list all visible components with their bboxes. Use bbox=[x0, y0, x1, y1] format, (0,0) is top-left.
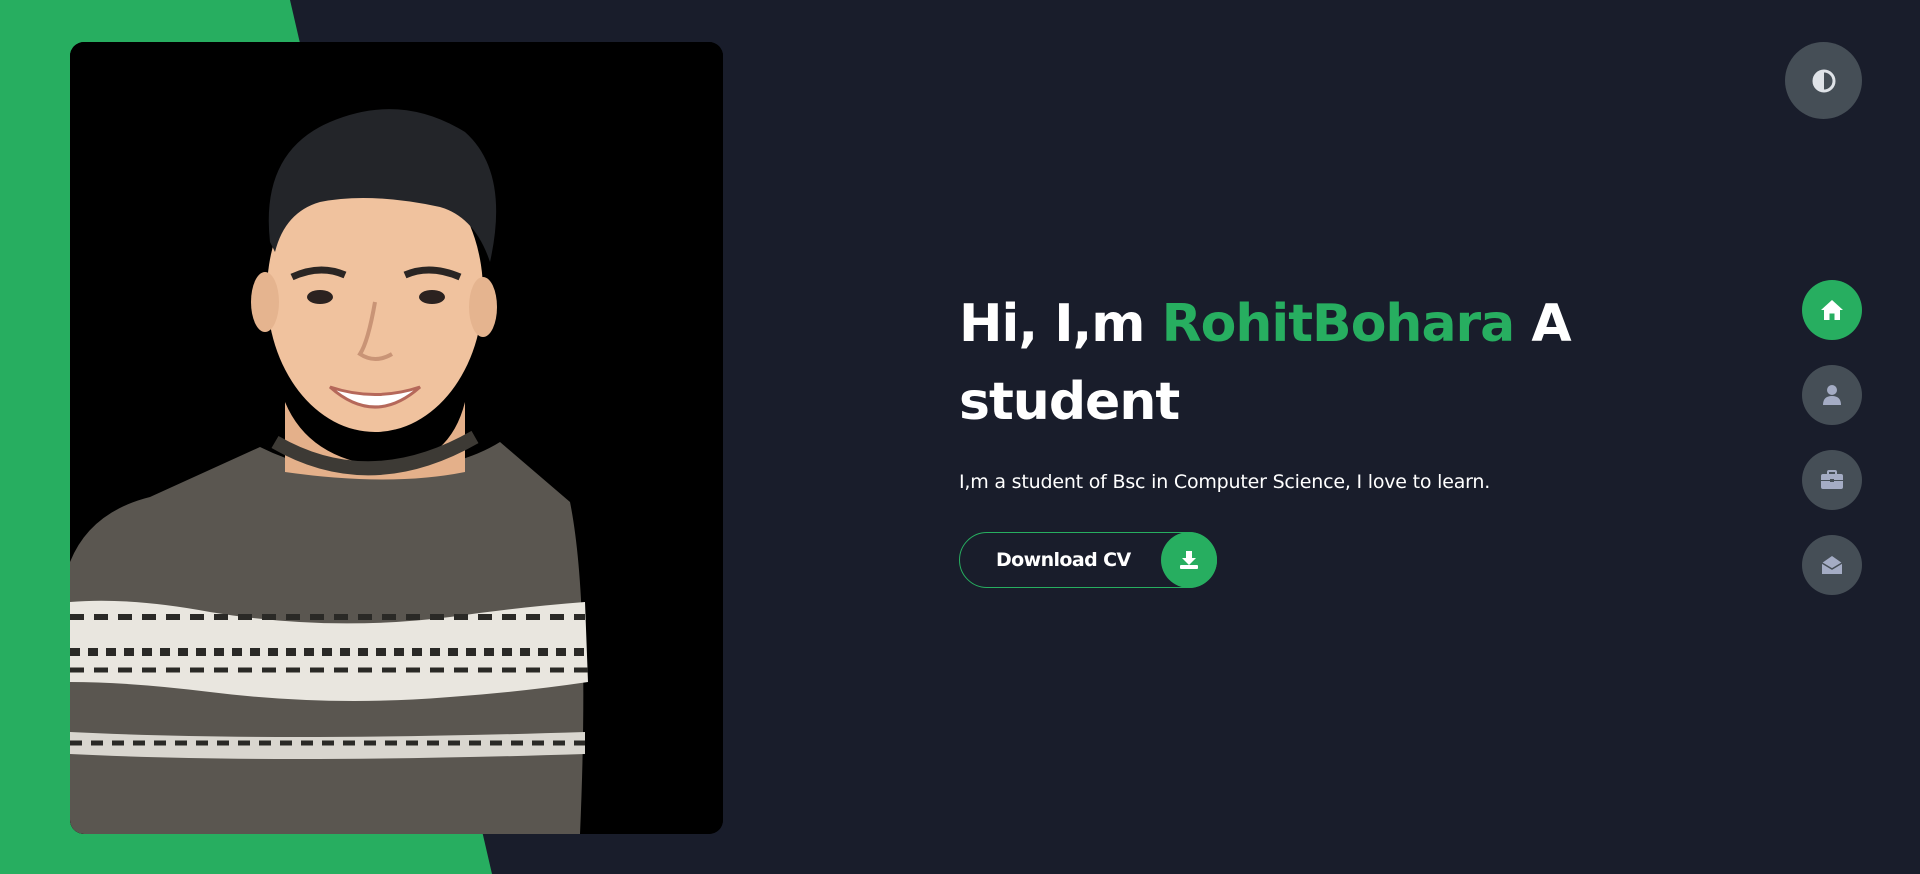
contrast-icon bbox=[1812, 69, 1835, 92]
home-icon bbox=[1821, 300, 1843, 320]
home-page: Hi, I,m RohitBohara A student I,m a stud… bbox=[0, 0, 1920, 874]
download-icon bbox=[1180, 551, 1198, 569]
hero-greeting: Hi, I,m bbox=[959, 294, 1162, 354]
hero-intro: Hi, I,m RohitBohara A student I,m a stud… bbox=[959, 285, 1599, 493]
nav-portfolio-button[interactable] bbox=[1802, 450, 1862, 510]
user-icon bbox=[1823, 385, 1841, 405]
download-cv-label: Download CV bbox=[996, 549, 1131, 571]
briefcase-icon bbox=[1821, 470, 1843, 489]
download-cv-button[interactable]: Download CV bbox=[959, 532, 1217, 588]
hero-name: RohitBohara bbox=[1161, 294, 1516, 354]
hero-heading: Hi, I,m RohitBohara A student bbox=[959, 285, 1599, 441]
hero-description: I,m a student of Bsc in Computer Science… bbox=[959, 471, 1491, 493]
nav-contact-button[interactable] bbox=[1802, 535, 1862, 595]
envelope-open-icon bbox=[1821, 556, 1843, 574]
download-icon-circle bbox=[1161, 532, 1217, 588]
profile-photo-illustration bbox=[70, 42, 723, 834]
nav-home-button[interactable] bbox=[1802, 280, 1862, 340]
nav-about-button[interactable] bbox=[1802, 365, 1862, 425]
profile-photo bbox=[70, 42, 723, 834]
theme-toggle-button[interactable] bbox=[1785, 42, 1862, 119]
